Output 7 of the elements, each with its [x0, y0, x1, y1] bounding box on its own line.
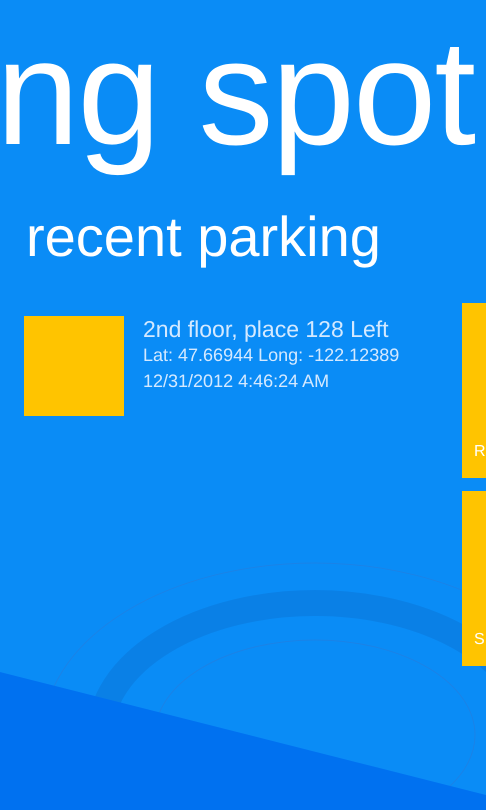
panorama-title: ng spot: [0, 7, 476, 178]
parking-location: Lat: 47.66944 Long: -122.12389: [143, 344, 400, 366]
section-heading: recent parking: [26, 204, 382, 270]
tile[interactable]: S: [462, 491, 486, 666]
parking-time: 12/31/2012 4:46:24 AM: [143, 370, 330, 392]
parking-title[interactable]: 2nd floor, place 128 Left: [143, 316, 400, 342]
tile[interactable]: R: [462, 303, 486, 478]
